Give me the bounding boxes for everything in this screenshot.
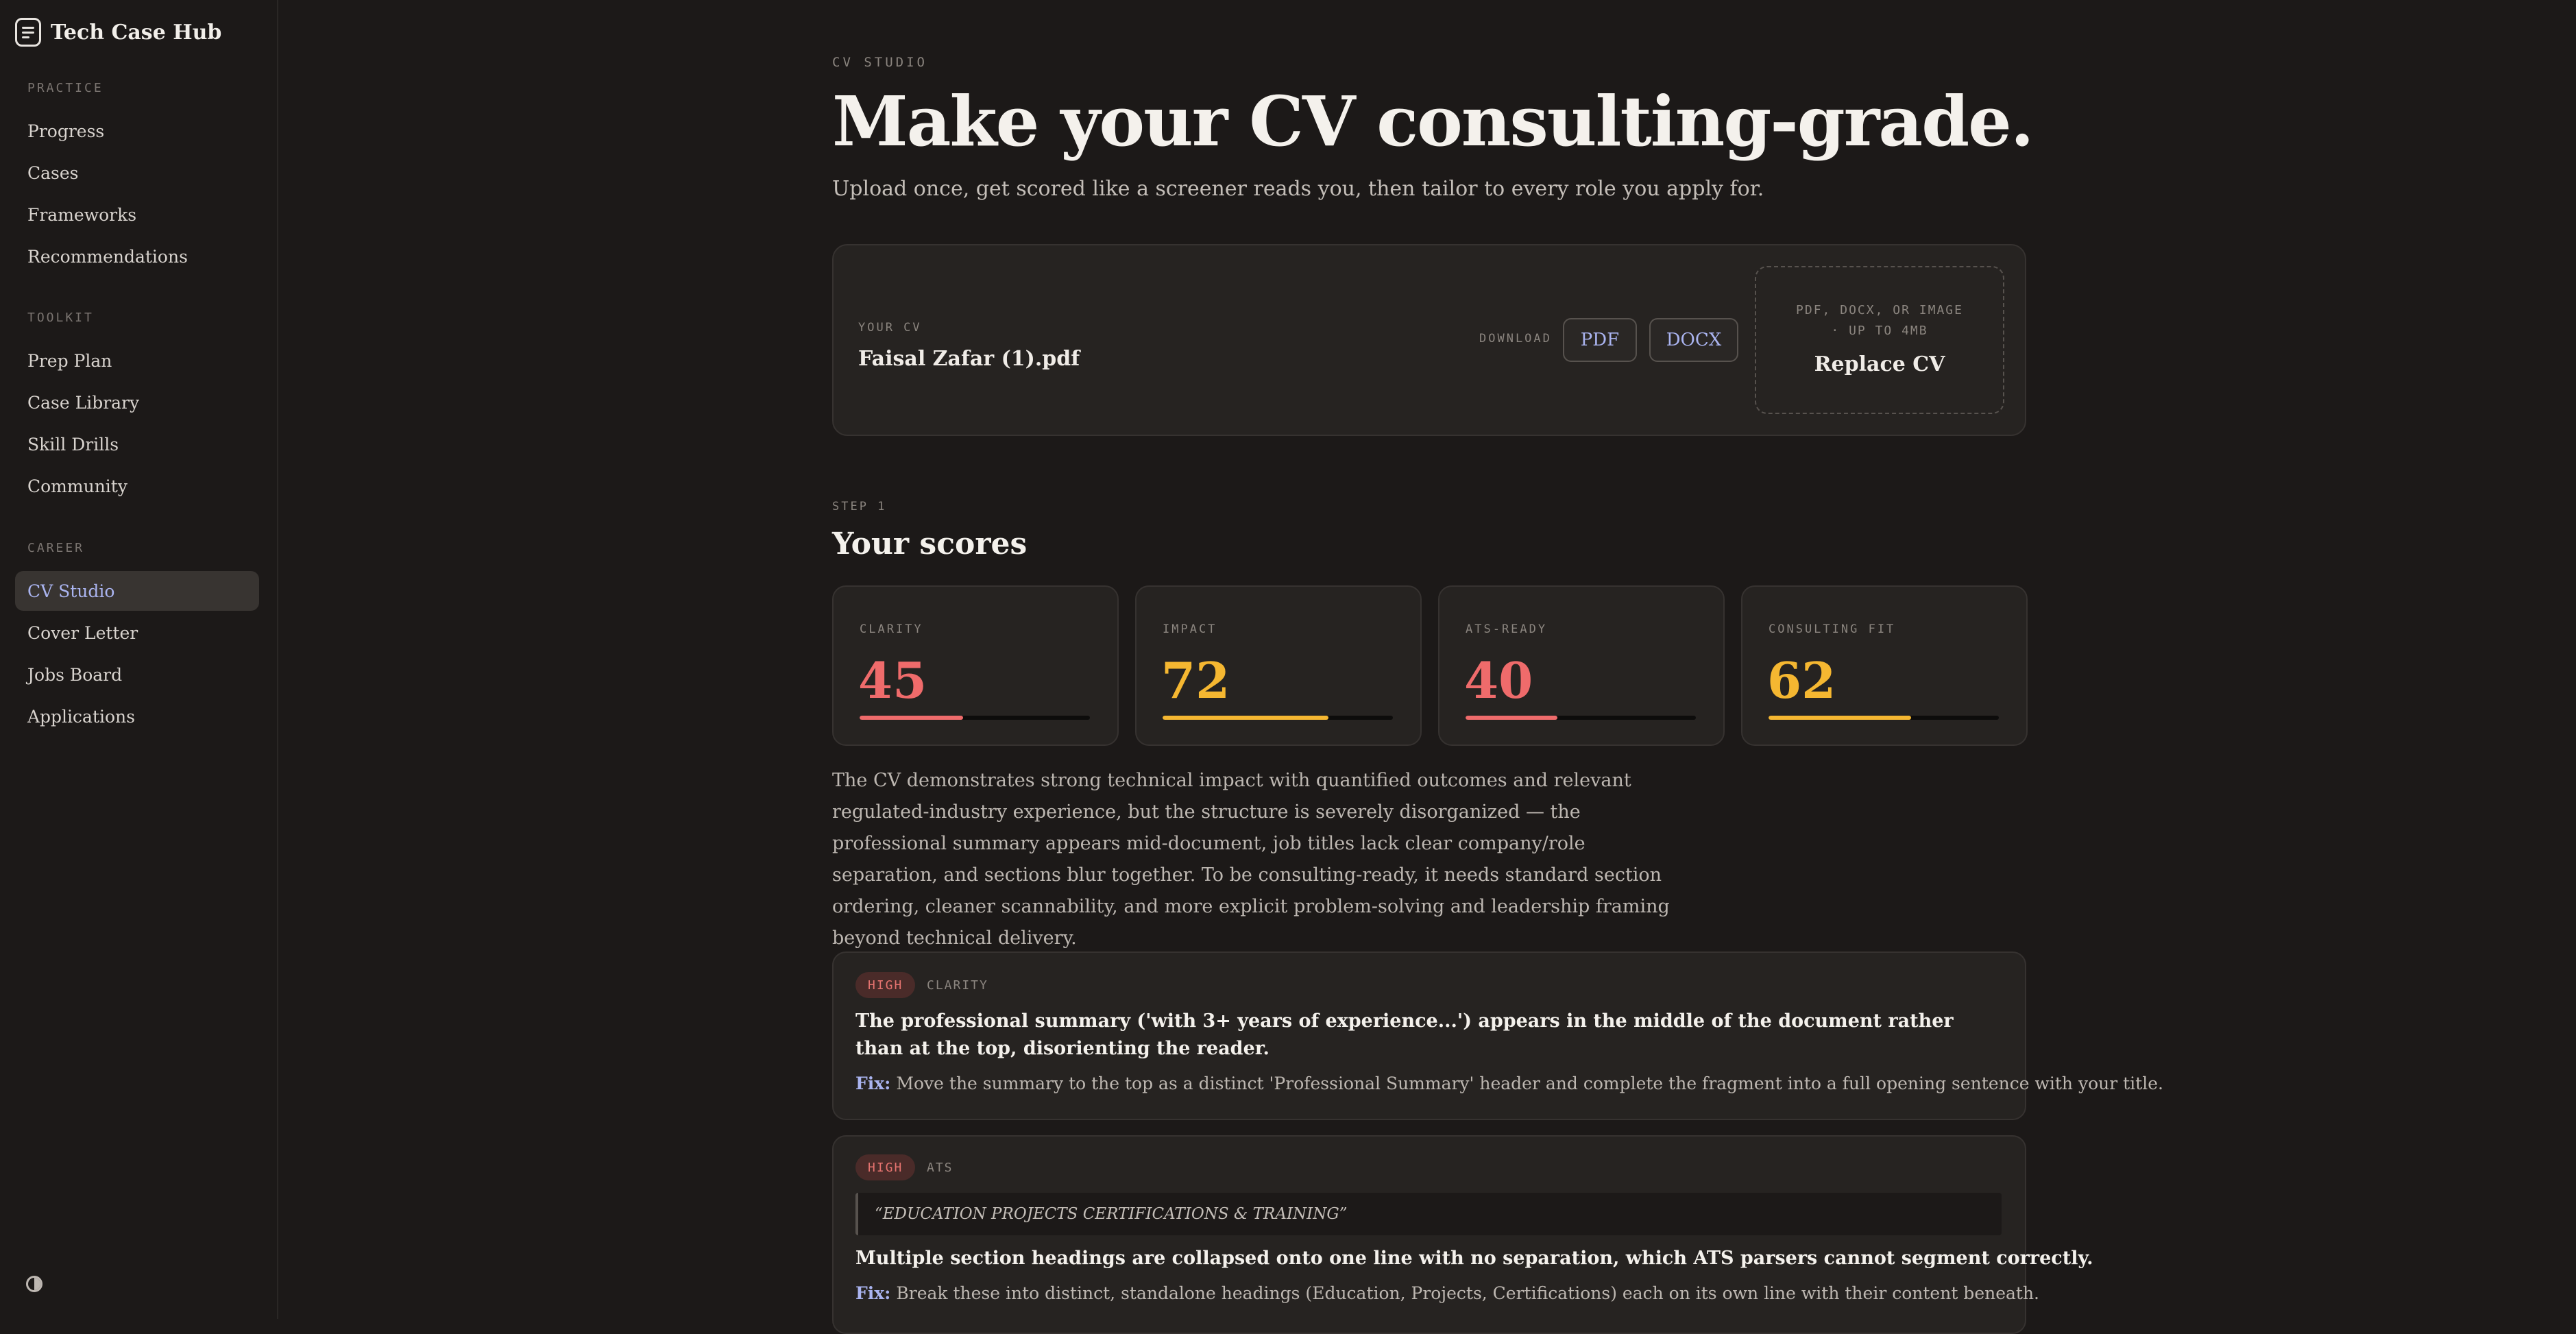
sidebar: Tech Case Hub PRACTICE Progress Cases Fr… (0, 0, 278, 1319)
nav-section-career: CAREER (27, 541, 85, 555)
score-label: CONSULTING FIT (1769, 622, 1896, 636)
fix-label: Fix: (855, 1283, 891, 1303)
score-card-consulting-fit: CONSULTING FIT 62 (1741, 585, 2028, 746)
replace-cv-button[interactable]: Replace CV (1756, 352, 2003, 376)
sidebar-item-jobs-board[interactable]: Jobs Board (15, 655, 259, 694)
fix-label: Fix: (855, 1074, 891, 1093)
issue-quote: “EDUCATION PROJECTS CERTIFICATIONS & TRA… (855, 1193, 2002, 1235)
issue-card: HIGH ATS “EDUCATION PROJECTS CERTIFICATI… (832, 1135, 2093, 1334)
score-bar-fill (860, 716, 964, 720)
issue-fix: Fix: Move the summary to the top as a dis… (855, 1074, 2163, 1093)
page-title: Make your CV consulting-grade. (832, 81, 2034, 162)
theme-toggle-icon[interactable] (26, 1276, 42, 1292)
issue-card: HIGH CLARITY The professional summary ('… (832, 951, 2163, 1120)
score-value: 40 (1464, 651, 1533, 710)
brand[interactable]: Tech Case Hub (15, 18, 221, 47)
score-bar (1163, 716, 1393, 720)
upload-hint: PDF, DOCX, OR IMAGE · UP TO 4MB (1796, 303, 1963, 338)
download-docx-button[interactable]: DOCX (1649, 318, 1738, 362)
sidebar-item-cover-letter[interactable]: Cover Letter (15, 613, 259, 653)
score-card-clarity: CLARITY 45 (832, 585, 1119, 746)
replace-cv-dropzone[interactable]: PDF, DOCX, OR IMAGE · UP TO 4MB Replace … (1755, 266, 2004, 414)
sidebar-item-cv-studio[interactable]: CV Studio (15, 571, 259, 611)
nav-section-practice: PRACTICE (27, 81, 104, 95)
score-bar (860, 716, 1090, 720)
menu-lines-icon (15, 18, 41, 47)
scores-title: Your scores (832, 526, 1028, 561)
sidebar-item-prep-plan[interactable]: Prep Plan (15, 341, 259, 380)
score-bar (1769, 716, 1999, 720)
issue-category: CLARITY (927, 978, 988, 993)
cv-label: YOUR CV (858, 321, 922, 335)
sidebar-item-recommendations[interactable]: Recommendations (15, 237, 259, 276)
sidebar-item-community[interactable]: Community (15, 466, 259, 506)
score-value: 45 (858, 651, 927, 710)
cv-card: YOUR CV Faisal Zafar (1).pdf DOWNLOAD PD… (832, 244, 2026, 436)
nav-section-toolkit: TOOLKIT (27, 311, 94, 325)
score-bar-fill (1163, 716, 1328, 720)
app-title: Tech Case Hub (51, 20, 222, 45)
score-label: CLARITY (860, 622, 923, 636)
score-value: 62 (1767, 651, 1836, 710)
issue-title: The professional summary ('with 3+ years… (855, 1010, 1954, 1059)
sidebar-item-applications[interactable]: Applications (15, 696, 259, 736)
issue-fix: Fix: Break these into distinct, standalon… (855, 1283, 2039, 1303)
severity-badge: HIGH (855, 972, 916, 998)
fix-text: Break these into distinct, standalone he… (896, 1283, 2040, 1303)
download-label: DOWNLOAD (1479, 332, 1552, 345)
score-label: IMPACT (1163, 622, 1217, 636)
score-bar-fill (1466, 716, 1558, 720)
download-pdf-button[interactable]: PDF (1563, 318, 1637, 362)
score-card-impact: IMPACT 72 (1135, 585, 1422, 746)
scores-summary: The CV demonstrates strong technical imp… (832, 770, 1670, 949)
severity-badge: HIGH (855, 1154, 916, 1180)
score-card-ats-ready: ATS-READY 40 (1438, 585, 1725, 746)
cv-filename: Faisal Zafar (1).pdf (858, 347, 1080, 371)
sidebar-item-progress[interactable]: Progress (15, 111, 259, 151)
page-eyebrow: CV STUDIO (832, 55, 927, 70)
score-bar (1466, 716, 1696, 720)
page-subtitle: Upload once, get scored like a screener … (832, 177, 1764, 201)
score-bar-fill (1769, 716, 1912, 720)
step-label: STEP 1 (832, 500, 887, 513)
sidebar-item-skill-drills[interactable]: Skill Drills (15, 424, 259, 464)
sidebar-item-cases[interactable]: Cases (15, 153, 259, 193)
issue-title: Multiple section headings are collapsed … (855, 1248, 2093, 1269)
issue-category: ATS (927, 1161, 953, 1175)
score-label: ATS-READY (1466, 622, 1548, 636)
sidebar-item-frameworks[interactable]: Frameworks (15, 195, 259, 234)
sidebar-item-case-library[interactable]: Case Library (15, 383, 259, 422)
score-value: 72 (1161, 651, 1230, 710)
fix-text: Move the summary to the top as a distinc… (896, 1074, 2163, 1093)
